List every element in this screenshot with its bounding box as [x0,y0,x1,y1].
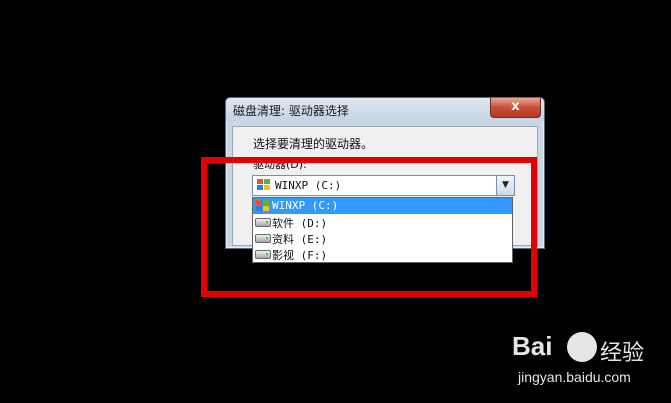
close-icon: x [511,99,520,114]
red-highlight-box [201,157,537,297]
drive-prompt-text: 选择要清理的驱动器。 [253,137,374,151]
watermark-brand: Bai [512,331,553,361]
dialog-titlebar[interactable]: 磁盘清理: 驱动器选择 x [226,98,544,121]
dialog-title: 磁盘清理: 驱动器选择 [233,104,349,118]
close-button[interactable]: x [490,98,541,118]
watermark-url: jingyan.baidu.com [518,369,631,385]
paw-logo-icon [567,332,597,362]
watermark-brand-suffix: 经验 [600,341,645,366]
baidu-jingyan-watermark: Bai 经验 jingyan.baidu.com [510,327,670,397]
